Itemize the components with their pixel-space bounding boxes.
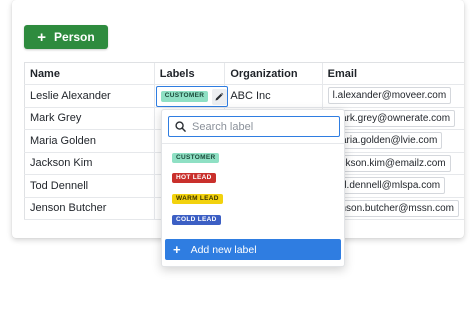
cell-organization[interactable]: ABC Inc <box>224 84 323 108</box>
label-option-hot-lead[interactable]: HOT LEAD <box>172 172 216 184</box>
email-value: jenson.butcher@mssn.com <box>327 199 459 217</box>
table-header-row: Name Labels Organization Email <box>24 62 464 85</box>
edit-label-button[interactable] <box>212 88 227 105</box>
label-dropdown: CUSTOMER HOT LEAD WARM LEAD COLD LEAD + … <box>161 109 345 267</box>
cell-email[interactable]: l.alexander@moveer.com <box>321 84 464 108</box>
email-value: mark.grey@ownerate.com <box>327 109 456 127</box>
customer-tag: CUSTOMER <box>172 152 220 164</box>
stage: + Person Name Labels Organization Email … <box>0 0 474 331</box>
cell-name[interactable]: Mark Grey <box>24 107 155 130</box>
column-header-email[interactable]: Email <box>321 62 464 85</box>
hot-lead-tag: HOT LEAD <box>172 172 216 184</box>
add-person-label: Person <box>54 30 95 44</box>
dropdown-divider <box>162 143 344 144</box>
add-new-label-text: Add new label <box>190 243 257 256</box>
label-option-cold-lead[interactable]: COLD LEAD <box>172 214 221 226</box>
label-option-customer[interactable]: CUSTOMER <box>172 152 220 164</box>
cold-lead-tag: COLD LEAD <box>172 214 221 226</box>
email-value: tod.dennell@mlspa.com <box>327 177 446 195</box>
column-header-organization[interactable]: Organization <box>224 62 323 85</box>
search-icon <box>175 121 186 132</box>
column-header-name[interactable]: Name <box>24 62 155 85</box>
email-value: jackson.kim@emailz.com <box>327 154 451 172</box>
pencil-icon <box>215 92 224 100</box>
email-value: l.alexander@moveer.com <box>327 87 452 105</box>
label-option-warm-lead[interactable]: WARM LEAD <box>172 193 223 205</box>
cell-name[interactable]: Jackson Kim <box>24 152 155 175</box>
label-search-box[interactable] <box>168 116 340 137</box>
column-header-labels[interactable]: Labels <box>153 62 225 85</box>
cell-name[interactable]: Tod Dennell <box>24 174 155 198</box>
label-search-input[interactable] <box>192 120 332 133</box>
add-person-button[interactable]: + Person <box>24 25 108 49</box>
cell-name[interactable]: Jenson Butcher <box>24 197 155 220</box>
table-row[interactable]: Leslie Alexander CUSTOMER ABC Inc l.alex… <box>24 84 464 108</box>
plus-icon: + <box>173 242 181 257</box>
cell-name[interactable]: Maria Golden <box>24 129 155 153</box>
add-new-label-button[interactable]: + Add new label <box>165 239 341 260</box>
warm-lead-tag: WARM LEAD <box>172 193 223 205</box>
plus-icon: + <box>37 28 47 46</box>
label-editor[interactable]: CUSTOMER <box>155 86 228 107</box>
cell-labels[interactable]: CUSTOMER <box>153 84 228 108</box>
cell-name[interactable]: Leslie Alexander <box>24 84 155 108</box>
customer-tag: CUSTOMER <box>160 91 209 102</box>
